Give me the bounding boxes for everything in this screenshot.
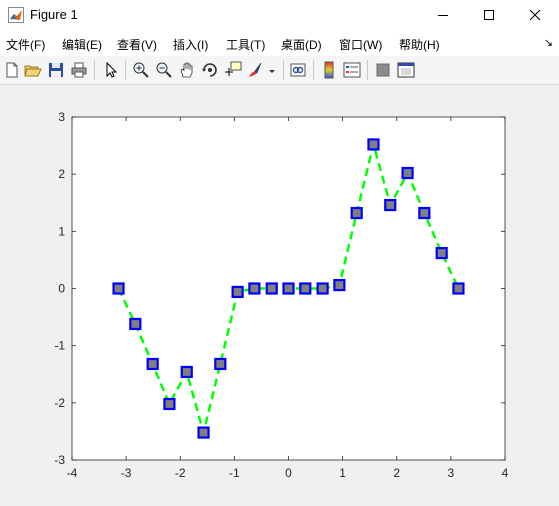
- menu-tools[interactable]: 工具(T): [226, 36, 265, 53]
- dock-arrow-icon[interactable]: ↘: [544, 36, 553, 49]
- zoom-out-icon: [156, 62, 172, 78]
- data-point-marker: [265, 282, 278, 295]
- new-figure-button[interactable]: [2, 60, 22, 80]
- legend-button[interactable]: [342, 60, 362, 80]
- x-tick-label: 1: [339, 466, 346, 480]
- toolbar-separator: [283, 60, 284, 80]
- data-point-marker: [248, 282, 261, 295]
- x-tick-label: 3: [448, 466, 455, 480]
- rotate-3d-icon: [202, 63, 217, 77]
- data-point-marker: [299, 282, 312, 295]
- zoom-in-icon: [133, 62, 149, 78]
- pan-button[interactable]: [177, 60, 197, 80]
- data-point-marker: [333, 278, 346, 292]
- menu-bar: 文件(F) 编辑(E) 查看(V) 插入(I) 工具(T) 桌面(D) 窗口(W…: [0, 30, 559, 56]
- colorbar-icon: [324, 61, 334, 79]
- link-plot-button[interactable]: [288, 60, 308, 80]
- y-tick-label: 3: [58, 110, 65, 124]
- menu-view[interactable]: 查看(V): [117, 36, 157, 53]
- x-tick-label: 4: [502, 466, 509, 480]
- data-point-marker: [350, 206, 363, 220]
- brush-icon: [249, 62, 262, 77]
- menu-window[interactable]: 窗口(W): [339, 36, 382, 53]
- brush-button[interactable]: [246, 60, 266, 80]
- print-icon: [71, 62, 87, 78]
- show-plot-tools-icon: [397, 62, 415, 78]
- minimize-button[interactable]: [420, 0, 466, 30]
- colorbar-button[interactable]: [319, 60, 339, 80]
- toolbar-separator: [367, 60, 368, 80]
- data-point-marker: [384, 198, 397, 212]
- show-plot-tools-button[interactable]: [396, 60, 416, 80]
- x-tick-label: 2: [393, 466, 400, 480]
- data-cursor-icon: [225, 61, 242, 76]
- rotate-3d-button[interactable]: [200, 60, 220, 80]
- pan-icon: [180, 62, 193, 78]
- chevron-down-icon: [269, 70, 275, 73]
- minimize-icon: [438, 15, 448, 16]
- data-cursor-button[interactable]: [223, 60, 243, 80]
- data-point-marker: [197, 426, 210, 439]
- data-point-marker: [367, 138, 380, 151]
- x-tick-label: -3: [121, 466, 132, 480]
- pointer-button[interactable]: [101, 60, 121, 80]
- data-point-marker: [316, 282, 329, 295]
- close-button[interactable]: [512, 0, 558, 30]
- maximize-icon: [484, 10, 494, 20]
- y-tick-label: 0: [58, 282, 65, 296]
- figure-toolbar: [0, 56, 559, 85]
- zoom-in-button[interactable]: [131, 60, 151, 80]
- window-title: Figure 1: [30, 7, 78, 22]
- menu-desktop[interactable]: 桌面(D): [281, 36, 322, 53]
- figure-canvas: -4 -3 -2 -1 0 1 2 3 4 -3 -2 -1 0 1 2 3: [0, 85, 559, 506]
- menu-edit[interactable]: 编辑(E): [62, 36, 102, 53]
- data-point-marker: [163, 397, 176, 411]
- close-icon: [529, 9, 541, 21]
- matlab-logo-icon: [8, 7, 24, 23]
- open-file-icon: [24, 65, 42, 77]
- maximize-button[interactable]: [466, 0, 512, 30]
- hide-plot-tools-button[interactable]: [373, 60, 393, 80]
- link-plot-icon: [290, 63, 306, 77]
- data-point-marker: [231, 285, 244, 299]
- x-tick-label: -2: [175, 466, 186, 480]
- hide-plot-tools-icon: [376, 63, 390, 77]
- pointer-icon: [106, 61, 118, 78]
- y-tick-label: 1: [58, 224, 65, 238]
- y-tick-label: -2: [54, 396, 65, 410]
- menu-insert[interactable]: 插入(I): [173, 36, 208, 53]
- data-point-marker: [418, 206, 431, 220]
- data-point-marker: [435, 246, 448, 260]
- data-point-marker: [452, 282, 465, 295]
- zoom-out-button[interactable]: [154, 60, 174, 80]
- print-button[interactable]: [69, 60, 89, 80]
- plot-svg: -4 -3 -2 -1 0 1 2 3 4-3-2-10123: [54, 110, 509, 480]
- menu-file[interactable]: 文件(F): [6, 36, 45, 53]
- y-tick-label: -3: [54, 453, 65, 467]
- open-file-button[interactable]: [23, 60, 43, 80]
- new-figure-icon: [6, 62, 18, 78]
- data-point-marker: [282, 282, 295, 295]
- data-point-marker: [112, 282, 125, 295]
- toolbar-separator: [94, 60, 95, 80]
- brush-dropdown[interactable]: [266, 60, 278, 80]
- data-point-marker: [129, 317, 142, 331]
- data-point-marker: [180, 365, 193, 379]
- data-point-marker: [146, 357, 159, 371]
- toolbar-separator: [125, 60, 126, 80]
- x-tick-label: 0: [285, 466, 292, 480]
- x-tick-label: -1: [229, 466, 240, 480]
- menu-help[interactable]: 帮助(H): [399, 36, 440, 53]
- title-bar: Figure 1: [0, 0, 559, 30]
- y-tick-label: -1: [54, 339, 65, 353]
- y-tick-label: 2: [58, 167, 65, 181]
- data-point-marker: [401, 166, 414, 180]
- legend-icon: [343, 62, 361, 78]
- x-tick-label: -4: [67, 466, 78, 480]
- save-icon: [49, 63, 63, 77]
- save-button[interactable]: [46, 60, 66, 80]
- data-point-marker: [214, 357, 227, 371]
- toolbar-separator: [313, 60, 314, 80]
